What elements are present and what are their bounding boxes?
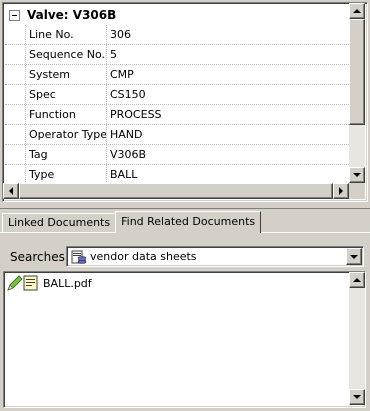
database-icon [71,250,87,264]
scrollbar-corner [349,183,365,199]
scroll-down-button[interactable] [349,167,365,183]
list-item[interactable]: BALL.pdf [7,275,92,291]
collapse-icon[interactable] [9,9,20,21]
pencil-document-icon [7,275,38,291]
property-name: Sequence No. [25,45,107,64]
property-row[interactable]: System CMP [5,65,351,85]
property-row[interactable]: Line No. 306 [5,25,351,45]
arrow-down-icon [353,395,361,399]
property-name: System [25,65,107,84]
searches-selected-value: vendor data sheets [90,250,197,263]
property-value[interactable]: CS150 [107,85,351,104]
searches-dropdown[interactable]: vendor data sheets [66,246,364,267]
arrow-down-icon [353,173,361,177]
property-value[interactable]: CMP [107,65,351,84]
tab-linked-documents[interactable]: Linked Documents [2,213,117,233]
property-row[interactable]: Operator Type HAND [5,125,351,145]
scroll-up-button[interactable] [349,272,365,288]
property-row[interactable]: Function PROCESS [5,105,351,125]
grid-vertical-scrollbar[interactable] [349,3,365,183]
arrow-right-icon [339,187,343,195]
property-value[interactable]: PROCESS [107,105,351,124]
property-grid[interactable]: Valve: V306B Line No. 306 Sequence No. 5… [2,2,368,202]
scroll-down-button[interactable] [349,389,365,405]
arrow-up-icon [353,9,361,13]
property-value[interactable]: 5 [107,45,351,64]
property-name: Function [25,105,107,124]
scroll-thumb[interactable] [19,183,333,199]
pane-splitter[interactable] [0,204,370,209]
property-value[interactable]: HAND [107,125,351,144]
scroll-right-button[interactable] [333,183,349,199]
property-value[interactable]: BALL [107,165,351,183]
dropdown-button[interactable] [346,248,362,265]
grid-horizontal-scrollbar[interactable] [3,183,349,199]
property-name: Tag [25,145,107,164]
searches-label: Searches [10,250,65,264]
property-group-header[interactable]: Valve: V306B [5,5,351,25]
chevron-down-icon [350,254,358,259]
tab-strip: Linked Documents Find Related Documents [2,211,262,233]
scroll-thumb[interactable] [349,19,365,125]
tab-find-related-documents[interactable]: Find Related Documents [115,211,262,233]
property-row[interactable]: Tag V306B [5,145,351,165]
property-row[interactable]: Sequence No. 5 [5,45,351,65]
property-group-title: Valve: V306B [27,8,117,22]
property-grid-content: Valve: V306B Line No. 306 Sequence No. 5… [5,5,351,183]
property-name: Type [25,165,107,183]
arrow-up-icon [353,278,361,282]
property-name: Operator Type [25,125,107,144]
result-label: BALL.pdf [43,276,92,290]
property-row[interactable]: Type BALL [5,165,351,183]
results-list[interactable]: BALL.pdf [3,271,366,408]
property-name: Line No. [25,25,107,44]
scroll-up-button[interactable] [349,3,365,19]
scroll-left-button[interactable] [3,183,19,199]
property-value[interactable]: 306 [107,25,351,44]
property-row[interactable]: Spec CS150 [5,85,351,105]
results-vertical-scrollbar[interactable] [349,272,365,405]
property-name: Spec [25,85,107,104]
arrow-left-icon [9,187,13,195]
property-value[interactable]: V306B [107,145,351,164]
